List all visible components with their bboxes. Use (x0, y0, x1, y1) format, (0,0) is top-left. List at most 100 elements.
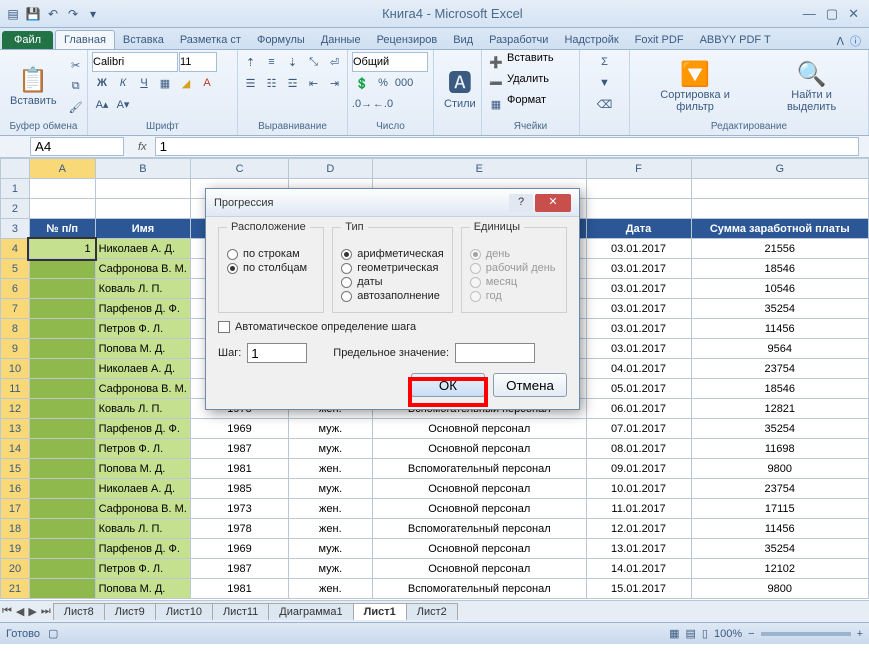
tab-layout[interactable]: Разметка ст (172, 31, 249, 49)
fill-icon[interactable]: ▼ (595, 73, 615, 93)
minimize-button[interactable]: — (803, 6, 816, 22)
sheet-tab-Лист1[interactable]: Лист1 (353, 603, 407, 620)
row-header-21[interactable]: 21 (1, 579, 30, 599)
cell-A15[interactable] (29, 459, 95, 479)
cell-C21[interactable]: 1981 (191, 579, 288, 599)
cell-F5[interactable]: 03.01.2017 (586, 259, 691, 279)
cell-F4[interactable]: 03.01.2017 (586, 239, 691, 259)
cell-D19[interactable]: муж. (288, 539, 372, 559)
zoom-out-button[interactable]: − (748, 628, 754, 640)
cell-G16[interactable]: 23754 (691, 479, 868, 499)
cell-F19[interactable]: 13.01.2017 (586, 539, 691, 559)
cell-D13[interactable]: муж. (288, 419, 372, 439)
formula-input[interactable] (155, 137, 859, 156)
cell-B9[interactable]: Попова М. Д. (95, 339, 191, 359)
sheet-tab-Диаграмма1[interactable]: Диаграмма1 (268, 603, 353, 620)
col-header-C[interactable]: C (191, 159, 288, 179)
cell-B15[interactable]: Попова М. Д. (95, 459, 191, 479)
cell-A13[interactable] (29, 419, 95, 439)
cell-B4[interactable]: Николаев А. Д. (95, 239, 191, 259)
col-header-E[interactable]: E (372, 159, 586, 179)
italic-button[interactable]: К (113, 73, 133, 93)
col-header-A[interactable]: A (29, 159, 95, 179)
cell-D14[interactable]: муж. (288, 439, 372, 459)
align-bot-icon[interactable]: ⇣ (283, 52, 303, 72)
dialog-close-button[interactable]: ✕ (535, 194, 571, 212)
cell-D21[interactable]: жен. (288, 579, 372, 599)
col-header-F[interactable]: F (586, 159, 691, 179)
cells-format-button[interactable]: ▦Формат (486, 94, 546, 114)
wrap-icon[interactable]: ⏎ (325, 52, 345, 72)
cell-E20[interactable]: Основной персонал (372, 559, 586, 579)
cell-B8[interactable]: Петров Ф. Л. (95, 319, 191, 339)
row-header-13[interactable]: 13 (1, 419, 30, 439)
checkbox-autostep[interactable]: Автоматическое определение шага (218, 321, 567, 333)
cell-A21[interactable] (29, 579, 95, 599)
cell-B21[interactable]: Попова М. Д. (95, 579, 191, 599)
view-layout-icon[interactable]: ▤ (686, 627, 696, 640)
row-header-14[interactable]: 14 (1, 439, 30, 459)
macro-record-icon[interactable]: ▢ (48, 627, 58, 640)
sheet-tab-Лист10[interactable]: Лист10 (155, 603, 213, 620)
cell-F20[interactable]: 14.01.2017 (586, 559, 691, 579)
ok-button[interactable]: ОК (411, 373, 485, 397)
cell-C13[interactable]: 1969 (191, 419, 288, 439)
cell-E14[interactable]: Основной персонал (372, 439, 586, 459)
indent-inc-icon[interactable]: ⇥ (325, 73, 345, 93)
qat-more-icon[interactable]: ▾ (84, 5, 102, 23)
cell-F14[interactable]: 08.01.2017 (586, 439, 691, 459)
col-header-G[interactable]: G (691, 159, 868, 179)
row-header-19[interactable]: 19 (1, 539, 30, 559)
cancel-button[interactable]: Отмена (493, 373, 567, 397)
cell-G19[interactable]: 35254 (691, 539, 868, 559)
sheet-nav-first-icon[interactable]: ⏮ (0, 605, 14, 618)
find-select-button[interactable]: 🔍Найти и выделить (759, 58, 864, 115)
cell-B10[interactable]: Николаев А. Д. (95, 359, 191, 379)
comma-icon[interactable]: 000 (394, 73, 414, 93)
cell-G5[interactable]: 18546 (691, 259, 868, 279)
row-header-5[interactable]: 5 (1, 259, 30, 279)
cell-G4[interactable]: 21556 (691, 239, 868, 259)
row-header-15[interactable]: 15 (1, 459, 30, 479)
tab-developer[interactable]: Разработчи (481, 31, 556, 49)
save-icon[interactable]: 💾 (24, 5, 42, 23)
bold-button[interactable]: Ж (92, 73, 112, 93)
sheet-nav-prev-icon[interactable]: ◀ (14, 605, 26, 618)
cell-F13[interactable]: 07.01.2017 (586, 419, 691, 439)
row-header-18[interactable]: 18 (1, 519, 30, 539)
cell-A7[interactable] (29, 299, 95, 319)
tab-formulas[interactable]: Формулы (249, 31, 313, 49)
row-header-16[interactable]: 16 (1, 479, 30, 499)
tab-data[interactable]: Данные (313, 31, 369, 49)
row-header-11[interactable]: 11 (1, 379, 30, 399)
orientation-icon[interactable]: ⤡ (304, 52, 324, 72)
cells-insert-button[interactable]: ➕Вставить (486, 52, 554, 72)
cell-A14[interactable] (29, 439, 95, 459)
cell-C16[interactable]: 1985 (191, 479, 288, 499)
row-header-12[interactable]: 12 (1, 399, 30, 419)
cell-A10[interactable] (29, 359, 95, 379)
cell-A20[interactable] (29, 559, 95, 579)
cell-A17[interactable] (29, 499, 95, 519)
row-header-20[interactable]: 20 (1, 559, 30, 579)
view-pagebreak-icon[interactable]: ▯ (702, 627, 708, 640)
cell-A8[interactable] (29, 319, 95, 339)
radio-geom[interactable]: геометрическая (341, 262, 443, 274)
tab-addins[interactable]: Надстройк (556, 31, 626, 49)
cell-F6[interactable]: 03.01.2017 (586, 279, 691, 299)
undo-icon[interactable]: ↶ (44, 5, 62, 23)
inc-decimal-icon[interactable]: .0→ (352, 94, 372, 114)
cell-B17[interactable]: Сафронова В. М. (95, 499, 191, 519)
cell-G7[interactable]: 35254 (691, 299, 868, 319)
cell-B11[interactable]: Сафронова В. М. (95, 379, 191, 399)
indent-dec-icon[interactable]: ⇤ (304, 73, 324, 93)
cell-C14[interactable]: 1987 (191, 439, 288, 459)
cell-B5[interactable]: Сафронова В. М. (95, 259, 191, 279)
tab-file[interactable]: Файл (2, 31, 53, 49)
autosum-icon[interactable]: Σ (595, 52, 615, 72)
cell-B13[interactable]: Парфенов Д. Ф. (95, 419, 191, 439)
tab-abbyy[interactable]: ABBYY PDF T (692, 31, 779, 49)
cell-B14[interactable]: Петров Ф. Л. (95, 439, 191, 459)
align-left-icon[interactable]: ☰ (241, 73, 261, 93)
cell-A9[interactable] (29, 339, 95, 359)
